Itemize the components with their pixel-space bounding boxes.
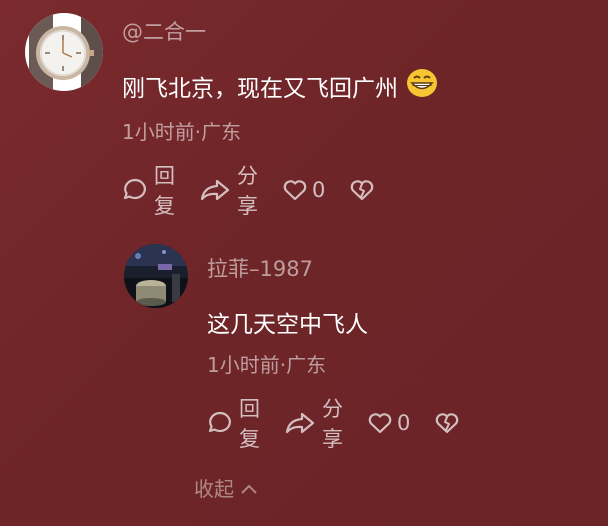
reply-reply-button[interactable]: 回复 — [207, 393, 260, 453]
comment-actions: 回复 分享 0 — [122, 164, 375, 218]
reply-share-label: 分享 — [322, 397, 343, 451]
share-label: 分享 — [237, 164, 258, 218]
collapse-label: 收起 — [194, 477, 234, 501]
share-arrow-icon — [199, 177, 231, 203]
comment-text-row: 刚飞北京，现在又飞回广州 — [122, 68, 438, 104]
reply-reply-label: 回复 — [239, 397, 260, 451]
grinning-face-emoji-icon — [406, 68, 438, 104]
reply-meta: 1小时前·广东 — [207, 353, 327, 377]
avatar[interactable] — [25, 13, 103, 91]
collapse-replies-button[interactable]: 收起 — [194, 473, 258, 502]
reply-username[interactable]: 拉菲–1987 — [207, 253, 313, 283]
broken-heart-icon — [434, 411, 460, 435]
comment-text: 刚飞北京，现在又飞回广州 — [122, 76, 398, 102]
like-button[interactable]: 0 — [282, 178, 325, 202]
chevron-up-icon — [234, 476, 258, 500]
comment-bubble-icon — [207, 410, 233, 436]
reply-label: 回复 — [154, 164, 175, 218]
reply-actions: 回复 分享 0 — [207, 397, 460, 451]
reply-text-row: 这几天空中飞人 — [207, 305, 368, 339]
heart-icon — [367, 411, 393, 435]
share-arrow-icon — [284, 410, 316, 436]
reply-button[interactable]: 回复 — [122, 160, 175, 220]
dislike-button[interactable] — [349, 178, 375, 202]
heart-icon — [282, 178, 308, 202]
like-count: 0 — [312, 178, 326, 202]
comment-bubble-icon — [122, 177, 148, 203]
reply-avatar-image — [124, 244, 188, 308]
reply-like-count: 0 — [397, 411, 411, 435]
comment-meta: 1小时前·广东 — [122, 120, 242, 144]
reply-share-button[interactable]: 分享 — [284, 393, 343, 453]
reply-dislike-button[interactable] — [434, 411, 460, 435]
share-button[interactable]: 分享 — [199, 160, 258, 220]
watch-avatar-image — [25, 13, 103, 91]
reply-text: 这几天空中飞人 — [207, 312, 368, 338]
reply-avatar[interactable] — [124, 244, 188, 308]
reply-like-button[interactable]: 0 — [367, 411, 410, 435]
broken-heart-icon — [349, 178, 375, 202]
comment-username[interactable]: @二合一 — [122, 16, 206, 46]
